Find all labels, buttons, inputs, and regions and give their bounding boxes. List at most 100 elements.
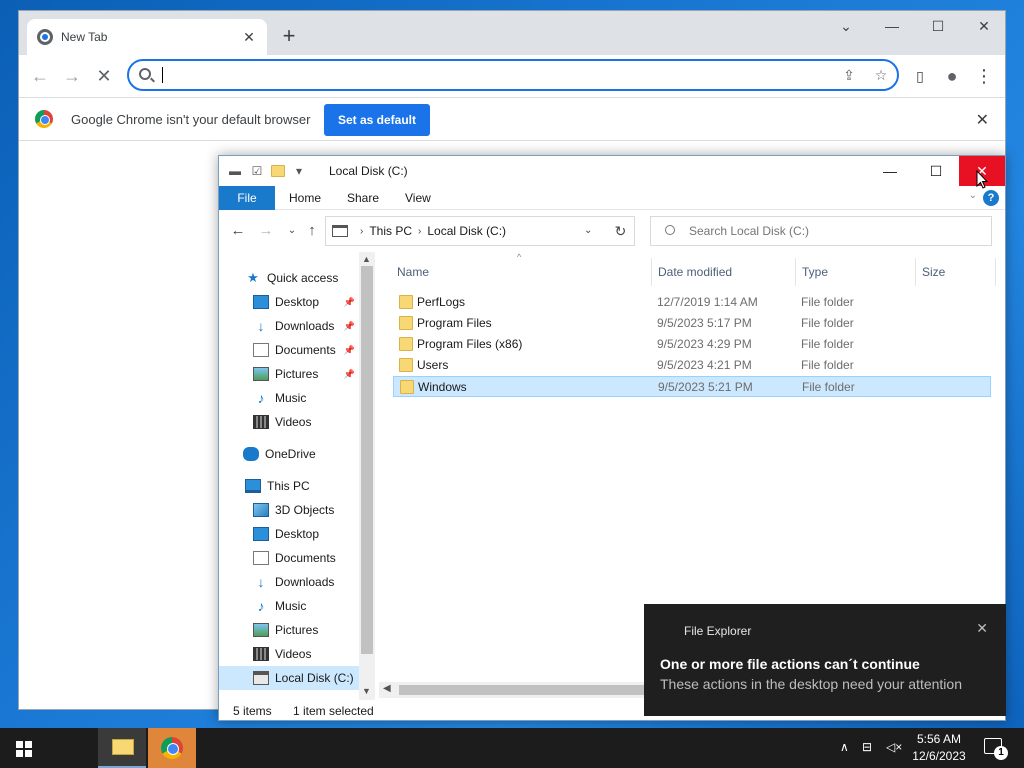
recent-locations-chevron-icon[interactable]: ⌄ [283,222,301,240]
column-header-name[interactable]: Name [397,258,429,286]
new-folder-icon[interactable] [271,165,285,177]
chrome-logo-icon [35,110,53,128]
column-header-size[interactable]: Size [922,258,945,286]
stop-loading-icon[interactable]: ✕ [91,63,117,89]
nav-pane-scrollbar[interactable]: ▲ ▼ [359,252,375,700]
new-tab-button[interactable]: + [277,25,301,49]
address-breadcrumb[interactable]: › This PC › Local Disk (C:) ⌄ [325,216,635,246]
ribbon-tabs: File Home Share View ⌄ ? [219,186,1005,210]
forward-arrow-icon[interactable]: → [59,63,85,89]
nav-item-videos[interactable]: Videos [219,410,359,434]
tab-close-icon[interactable]: ✕ [241,29,257,45]
show-hidden-icons-chevron-icon[interactable]: ∧ [840,740,849,754]
system-clock[interactable]: 5:56 AM 12/6/2023 [906,731,972,765]
expand-ribbon-chevron-icon[interactable]: ⌄ [969,190,977,201]
taskbar-chrome[interactable] [148,728,196,768]
nav-label: 3D Objects [275,503,335,517]
nav-item-music[interactable]: ♪ Music [219,386,359,410]
nav-item-documents[interactable]: Documents [219,546,359,570]
back-arrow-icon[interactable]: ← [229,222,247,240]
properties-icon[interactable]: ☑ [249,163,265,179]
scroll-up-arrow-icon[interactable]: ▲ [362,254,371,264]
address-bar[interactable]: ⇪ ☆ [127,59,899,91]
music-note-icon: ♪ [257,390,265,406]
tab-file[interactable]: File [219,186,275,210]
omnibox-input[interactable] [161,65,831,85]
breadcrumb-separator-icon[interactable]: › [360,226,363,237]
breadcrumb-local-disk[interactable]: Local Disk (C:) [427,224,506,238]
breadcrumb-separator-icon[interactable]: › [418,226,421,237]
nav-item-pictures[interactable]: Pictures 📌 [219,362,359,386]
customize-dropdown-icon[interactable]: ▾ [291,163,307,179]
menu-kebab-icon[interactable]: ⋮ [971,63,997,89]
nav-label: Videos [275,415,312,429]
back-arrow-icon[interactable]: ← [27,63,53,89]
nav-item-downloads[interactable]: ↓ Downloads [219,570,359,594]
breadcrumb-this-pc[interactable]: This PC [369,224,412,238]
nav-quick-access[interactable]: ★ Quick access [219,266,359,290]
scrollbar-thumb[interactable] [399,685,649,695]
explorer-titlebar: ▬ ☑ ▾ Local Disk (C:) — ☐ ✕ [219,156,1005,186]
maximize-button[interactable]: ☐ [915,11,961,41]
profile-avatar-icon[interactable]: ● [939,63,965,89]
scrollbar-thumb[interactable] [361,266,373,654]
up-arrow-icon[interactable]: ↑ [303,222,321,240]
table-row[interactable]: Program Files (x86) 9/5/2023 4:29 PM Fil… [393,334,991,355]
close-button[interactable]: ✕ [961,11,1007,41]
nav-this-pc[interactable]: This PC [219,474,359,498]
nav-label: Documents [275,343,336,357]
minimize-button[interactable]: — [867,156,913,186]
nav-item-videos[interactable]: Videos [219,642,359,666]
nav-item-desktop[interactable]: Desktop [219,522,359,546]
tab-search-chevron-icon[interactable]: ⌄ [823,11,869,41]
bookmark-star-icon[interactable]: ☆ [871,65,891,85]
network-icon[interactable]: ⊟ [862,740,872,754]
address-dropdown-icon[interactable]: ⌄ [584,225,592,236]
refresh-icon[interactable]: ↻ [607,216,635,246]
nav-item-music[interactable]: ♪ Music [219,594,359,618]
volume-muted-icon[interactable]: ◁× [886,740,902,754]
column-header-date-modified[interactable]: Date modified [658,258,732,286]
toast-close-icon[interactable]: ✕ [976,620,988,637]
table-row[interactable]: PerfLogs 12/7/2019 1:14 AM File folder [393,292,991,313]
toast-notification[interactable]: File Explorer ✕ One or more file actions… [644,604,1006,716]
nav-item-local-disk[interactable]: Local Disk (C:) [219,666,359,690]
column-header-type[interactable]: Type [802,258,828,286]
column-divider[interactable] [795,258,796,286]
nav-item-3d-objects[interactable]: 3D Objects [219,498,359,522]
infobar-close-icon[interactable]: ✕ [976,110,989,130]
set-as-default-button[interactable]: Set as default [324,104,430,136]
tab-share[interactable]: Share [347,186,379,210]
forward-arrow-icon[interactable]: → [257,222,275,240]
share-icon[interactable]: ⇪ [839,65,859,85]
search-input[interactable] [689,224,979,238]
file-name: Windows [418,380,467,394]
nav-item-desktop[interactable]: Desktop 📌 [219,290,359,314]
tab-new-tab[interactable]: New Tab ✕ [27,19,267,55]
nav-label: Pictures [275,367,319,381]
scroll-down-arrow-icon[interactable]: ▼ [362,686,371,696]
maximize-button[interactable]: ☐ [913,156,959,186]
nav-onedrive[interactable]: OneDrive [219,442,359,466]
side-panel-icon[interactable]: ▯ [907,63,933,89]
column-divider[interactable] [651,258,652,286]
tab-view[interactable]: View [405,186,431,210]
table-row[interactable]: Users 9/5/2023 4:21 PM File folder [393,355,991,376]
minimize-button[interactable]: — [869,11,915,41]
nav-item-downloads[interactable]: ↓ Downloads 📌 [219,314,359,338]
search-box[interactable] [650,216,992,246]
start-button[interactable] [0,728,48,768]
help-icon[interactable]: ? [983,190,999,206]
nav-item-documents[interactable]: Documents 📌 [219,338,359,362]
tab-home[interactable]: Home [289,186,321,210]
taskbar-search-button[interactable] [48,728,126,768]
table-row-selected[interactable]: Windows 9/5/2023 5:21 PM File folder [393,376,991,397]
windows-logo-icon [16,741,32,757]
nav-item-pictures[interactable]: Pictures [219,618,359,642]
column-divider[interactable] [995,258,996,286]
film-icon [253,415,269,429]
scroll-left-arrow-icon[interactable]: ◀ [383,683,391,694]
column-divider[interactable] [915,258,916,286]
table-row[interactable]: Program Files 9/5/2023 5:17 PM File fold… [393,313,991,334]
taskbar-file-explorer[interactable] [98,728,146,768]
